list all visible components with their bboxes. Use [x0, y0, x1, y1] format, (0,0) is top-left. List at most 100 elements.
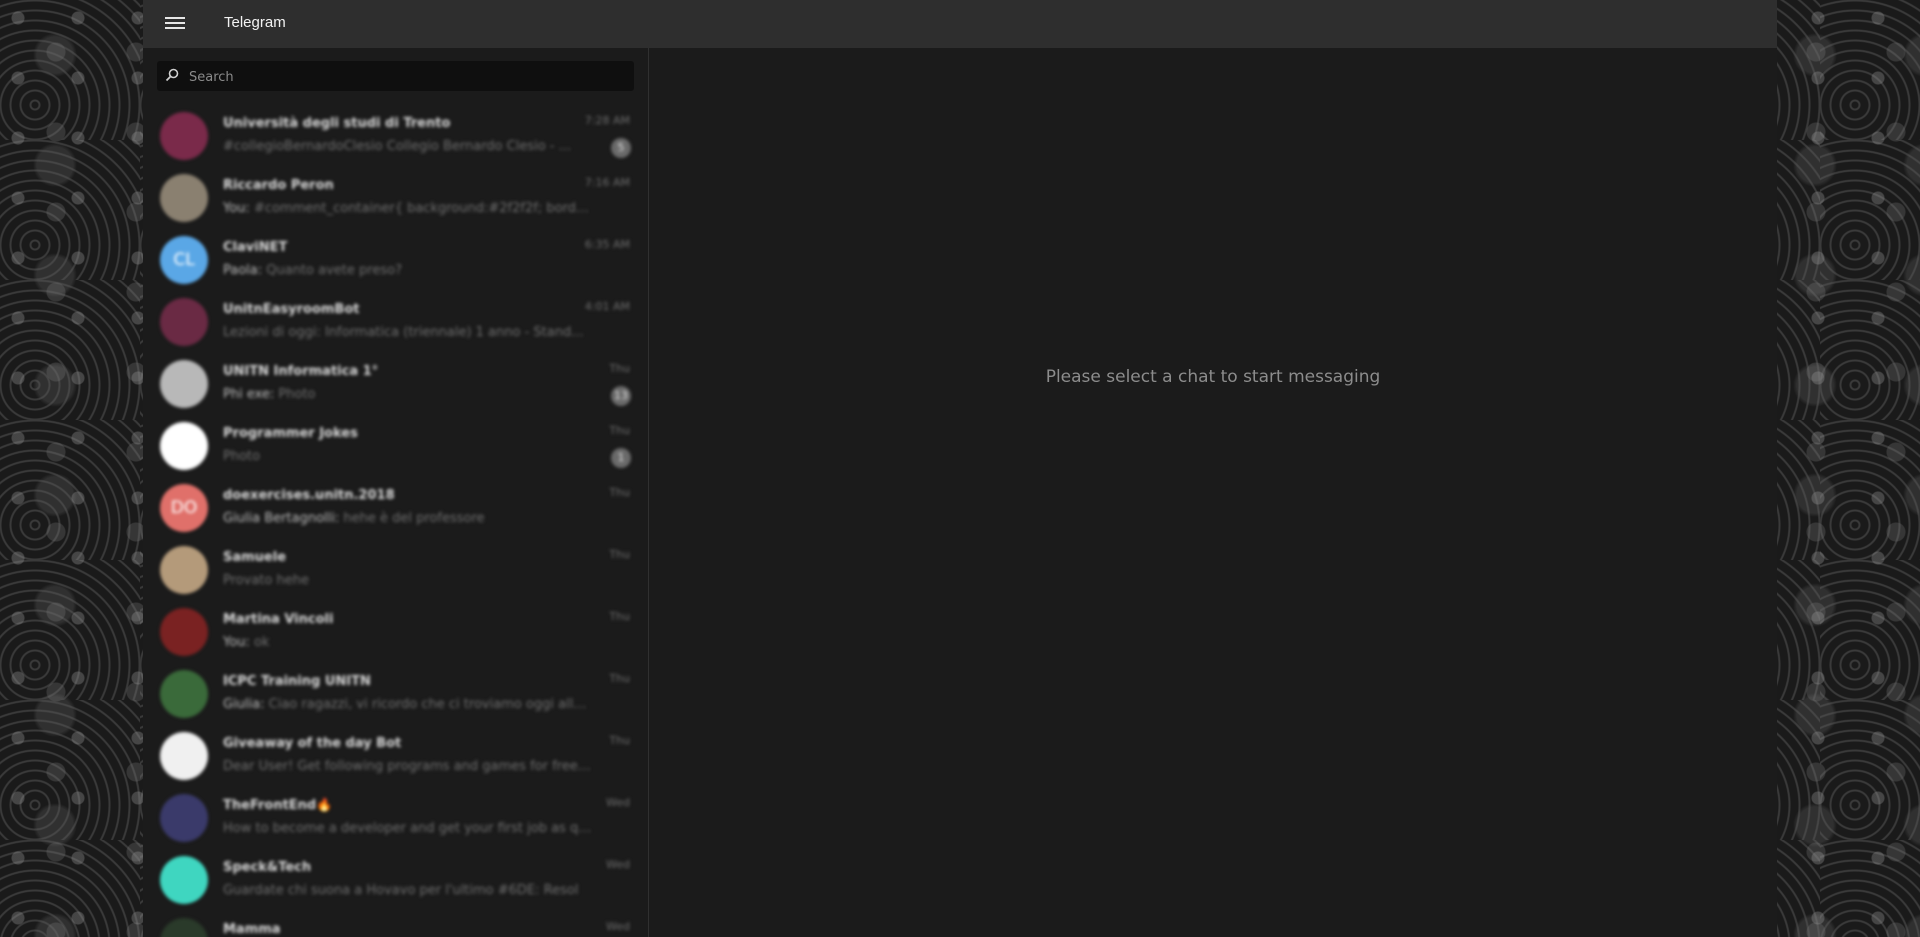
- chat-preview: Photo: [223, 449, 593, 464]
- chat-time: 7:28 AM: [584, 114, 630, 127]
- chat-time: Thu: [609, 610, 630, 623]
- chat-name: doexercises.unitn.2018: [223, 488, 395, 503]
- chat-name: Università degli studi di Trento: [223, 116, 451, 131]
- chat-preview: Guardate chi suona a Hovavo per l'ultimo…: [223, 883, 593, 898]
- avatar: [160, 174, 208, 222]
- empty-state-text: Please select a chat to start messaging: [1045, 367, 1381, 387]
- chat-preview: Dear User! Get following programs and ga…: [223, 759, 593, 774]
- avatar: [160, 794, 208, 842]
- unread-badge: 5: [611, 138, 631, 158]
- chat-name: Speck&Tech: [223, 860, 312, 875]
- chat-time: Thu: [609, 672, 630, 685]
- chat-name: Programmer Jokes: [223, 426, 358, 441]
- chat-preview: You: #comment_container{ background:#2f2…: [223, 201, 593, 216]
- chat-message: #comment_container{ background:#2f2f2f; …: [253, 201, 593, 216]
- avatar: [160, 422, 208, 470]
- chat-message: Photo: [223, 449, 261, 464]
- avatar: [160, 112, 208, 160]
- chat-time: Wed: [606, 858, 630, 871]
- chat-time: Wed: [606, 796, 630, 809]
- chat-time: Thu: [609, 486, 630, 499]
- chat-list-item[interactable]: Speck&Tech Guardate chi suona a Hovavo p…: [143, 850, 648, 912]
- chat-list-item[interactable]: TheFrontEnd🔥 How to become a developer a…: [143, 788, 648, 850]
- chat-name: TheFrontEnd🔥: [223, 798, 333, 813]
- chat-list-item[interactable]: Riccardo Peron You: #comment_container{ b…: [143, 168, 648, 230]
- chat-preview: Provato hehe: [223, 573, 593, 588]
- chat-list-item[interactable]: UnitnEasyroomBot Lezioni di oggi: Inform…: [143, 292, 648, 354]
- chat-name: Samuele: [223, 550, 287, 565]
- chat-list-item[interactable]: Samuele Provato hehe Thu: [143, 540, 648, 602]
- chat-preview: #collegioBernardoClesio Collegio Bernard…: [223, 139, 593, 154]
- hamburger-menu-icon[interactable]: [165, 14, 185, 34]
- chat-name: Riccardo Peron: [223, 178, 334, 193]
- chat-list-item[interactable]: Programmer Jokes Photo Thu 1: [143, 416, 648, 478]
- chat-message: Dear User! Get following programs and ga…: [223, 759, 593, 774]
- chat-sender: You:: [223, 201, 250, 216]
- chat-time: Thu: [609, 734, 630, 747]
- chat-message: Photo: [278, 387, 316, 402]
- chat-time: 4:01 AM: [584, 300, 630, 313]
- chat-time: 7:16 AM: [584, 176, 630, 189]
- chat-preview: You: ok: [223, 635, 593, 650]
- search-box[interactable]: [157, 61, 634, 93]
- chat-sender: You:: [223, 635, 250, 650]
- chat-preview: Giulia Bertagnolli: hehe è del professor…: [223, 511, 593, 526]
- avatar: [160, 732, 208, 780]
- chat-preview: Lezioni di oggi: Informatica (triennale)…: [223, 325, 593, 340]
- avatar: [160, 360, 208, 408]
- chat-time: Thu: [609, 424, 630, 437]
- chat-list-item[interactable]: Giveaway of the day Bot Dear User! Get f…: [143, 726, 648, 788]
- chat-list-item[interactable]: UNITN Informatica 1° Phi exe: Photo Thu 13: [143, 354, 648, 416]
- avatar: [160, 608, 208, 656]
- chat-time: Wed: [606, 920, 630, 933]
- chat-preview: Phi exe: Photo: [223, 387, 593, 402]
- chat-preview: Giulia: Ciao ragazzi, vi ricordo che ci …: [223, 697, 593, 712]
- unread-badge: 13: [611, 386, 631, 406]
- chat-list-item[interactable]: Martina Vincoli You: ok Thu: [143, 602, 648, 664]
- chat-message: #collegioBernardoClesio Collegio Bernard…: [223, 139, 572, 154]
- chat-message: Provato hehe: [223, 573, 309, 588]
- chat-preview: Paola: Quanto avete preso?: [223, 263, 593, 278]
- chat-list-item[interactable]: Università degli studi di Trento #colleg…: [143, 106, 648, 168]
- chat-message: hehe è del professore: [343, 511, 485, 526]
- chat-name: ClaviNET: [223, 240, 288, 255]
- chat-name: Martina Vincoli: [223, 612, 334, 627]
- chat-sender: Paola:: [223, 263, 263, 278]
- avatar: [160, 856, 208, 904]
- telegram-app-window: Telegram Università degli studi di Trent…: [143, 0, 1777, 937]
- message-area: Please select a chat to start messaging: [649, 48, 1777, 937]
- search-icon: [165, 68, 179, 82]
- top-bar: Telegram: [143, 0, 1777, 48]
- chat-list-item[interactable]: DO doexercises.unitn.2018 Giulia Bertagnol…: [143, 478, 648, 540]
- chat-name: UNITN Informatica 1°: [223, 364, 379, 379]
- chat-list-item[interactable]: Mamma Wed: [143, 912, 648, 937]
- chat-list-item[interactable]: CL ClaviNET Paola: Quanto avete preso? 6:35…: [143, 230, 648, 292]
- avatar: [160, 298, 208, 346]
- search-input[interactable]: [187, 61, 631, 93]
- avatar: [160, 546, 208, 594]
- chat-name: Mamma: [223, 922, 281, 937]
- chat-message: Ciao ragazzi, vi ricordo che ci troviamo…: [268, 697, 593, 712]
- chat-list-sidebar: Università degli studi di Trento #colleg…: [143, 48, 649, 937]
- chat-time: Thu: [609, 362, 630, 375]
- chat-preview: How to become a developer and get your f…: [223, 821, 593, 836]
- chat-message: Quanto avete preso?: [266, 263, 402, 278]
- app-title: Telegram: [224, 14, 286, 31]
- avatar: [160, 918, 208, 937]
- chat-message: Guardate chi suona a Hovavo per l'ultimo…: [223, 883, 579, 898]
- chat-list: Università degli studi di Trento #colleg…: [143, 106, 648, 937]
- chat-time: 6:35 AM: [584, 238, 630, 251]
- avatar: DO: [160, 484, 208, 532]
- chat-message: ok: [253, 635, 270, 650]
- avatar: CL: [160, 236, 208, 284]
- chat-message: How to become a developer and get your f…: [223, 821, 593, 836]
- chat-name: UnitnEasyroomBot: [223, 302, 360, 317]
- chat-list-item[interactable]: ICPC Training UNITN Giulia: Ciao ragazzi,…: [143, 664, 648, 726]
- chat-time: Thu: [609, 548, 630, 561]
- chat-sender: Giulia:: [223, 697, 265, 712]
- chat-sender: Phi exe:: [223, 387, 275, 402]
- chat-message: Lezioni di oggi: Informatica (triennale)…: [223, 325, 584, 340]
- avatar: [160, 670, 208, 718]
- chat-name: ICPC Training UNITN: [223, 674, 371, 689]
- chat-name: Giveaway of the day Bot: [223, 736, 402, 751]
